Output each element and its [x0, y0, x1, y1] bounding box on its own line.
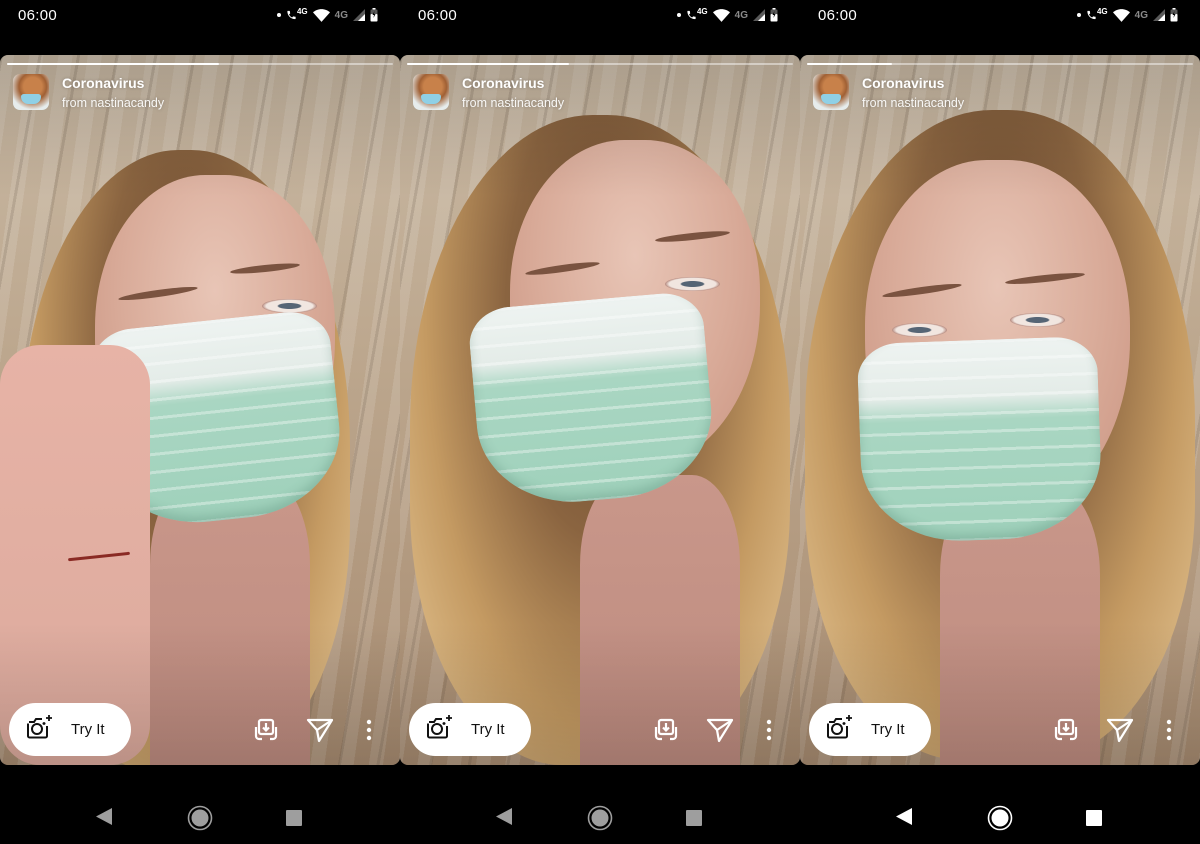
volte-label: 4G	[696, 7, 708, 16]
status-time: 06:00	[418, 7, 458, 24]
try-it-label: Try It	[471, 721, 505, 738]
avatar-mask	[821, 94, 841, 104]
notification-dot-icon	[1076, 13, 1081, 17]
try-it-button[interactable]: Try It	[9, 703, 131, 756]
more-vertical-icon[interactable]	[365, 719, 373, 746]
status-bar: 06:00 4G 4G	[800, 0, 1200, 32]
phone-screen-2: 06:00 4G 4G Coronavirus from nastinacand…	[400, 0, 800, 844]
notification-dot-icon	[676, 13, 681, 17]
effect-title[interactable]: Coronavirus	[862, 75, 944, 91]
photo-shade	[400, 55, 800, 765]
cell-signal-icon	[753, 9, 765, 21]
send-icon[interactable]	[706, 717, 734, 748]
effect-title[interactable]: Coronavirus	[462, 75, 544, 91]
story-viewer[interactable]: Coronavirus from nastinacandy Try It	[400, 55, 800, 765]
volte-call-icon: 4G	[1086, 7, 1108, 21]
story-photo	[400, 55, 800, 765]
status-time: 06:00	[18, 7, 58, 24]
try-it-label: Try It	[71, 721, 105, 738]
phone-screen-1: 06:00 4G 4G Coronavirus from nastinacand…	[0, 0, 400, 844]
phone-screen-3: 06:00 4G 4G Coronavirus from nastinacand…	[800, 0, 1200, 844]
status-icons: 4G 4G	[676, 7, 778, 23]
save-effect-icon[interactable]	[652, 717, 680, 748]
effect-avatar[interactable]	[413, 74, 449, 110]
effect-creator[interactable]: from nastinacandy	[62, 96, 164, 110]
status-bar: 06:00 4G 4G	[0, 0, 400, 32]
battery-charging-icon	[370, 8, 378, 22]
recent-apps-square-icon[interactable]	[1086, 810, 1102, 831]
status-icons: 4G 4G	[276, 7, 378, 23]
save-effect-icon[interactable]	[1052, 717, 1080, 748]
story-progress-track	[7, 63, 393, 65]
send-icon[interactable]	[306, 717, 334, 748]
status-icons: 4G 4G	[1076, 7, 1178, 23]
story-progress-fill	[407, 63, 570, 65]
notification-dot-icon	[276, 13, 281, 17]
wifi-icon	[312, 8, 330, 22]
camera-sparkle-icon	[809, 713, 855, 746]
more-vertical-icon[interactable]	[765, 719, 773, 746]
cell-signal-icon	[353, 9, 365, 21]
lte-label: 4G	[334, 9, 348, 21]
camera-sparkle-icon	[409, 713, 455, 746]
story-progress-track	[407, 63, 793, 65]
recent-apps-square-icon[interactable]	[686, 810, 702, 831]
avatar-mask	[21, 94, 41, 104]
story-viewer[interactable]: Coronavirus from nastinacandy Try It	[800, 55, 1200, 765]
home-circle-icon[interactable]	[987, 805, 1013, 836]
effect-creator[interactable]: from nastinacandy	[462, 96, 564, 110]
story-progress-track	[807, 63, 1193, 65]
try-it-button[interactable]: Try It	[809, 703, 931, 756]
effect-avatar[interactable]	[813, 74, 849, 110]
battery-charging-icon	[1170, 8, 1178, 22]
android-navigation-bar	[800, 765, 1200, 844]
home-circle-icon[interactable]	[187, 805, 213, 836]
story-photo	[800, 55, 1200, 765]
lte-label: 4G	[734, 9, 748, 21]
back-triangle-icon[interactable]	[496, 808, 513, 830]
save-effect-icon[interactable]	[252, 717, 280, 748]
avatar-mask	[421, 94, 441, 104]
story-progress-fill	[7, 63, 220, 65]
more-vertical-icon[interactable]	[1165, 719, 1173, 746]
volte-call-icon: 4G	[686, 7, 708, 21]
home-circle-icon[interactable]	[587, 805, 613, 836]
wifi-icon	[712, 8, 730, 22]
try-it-button[interactable]: Try It	[409, 703, 531, 756]
cell-signal-icon	[1153, 9, 1165, 21]
camera-sparkle-icon	[9, 713, 55, 746]
volte-label: 4G	[296, 7, 308, 16]
wifi-icon	[1112, 8, 1130, 22]
story-viewer[interactable]: Coronavirus from nastinacandy Try It	[0, 55, 400, 765]
battery-charging-icon	[770, 8, 778, 22]
status-bar: 06:00 4G 4G	[400, 0, 800, 32]
back-triangle-icon[interactable]	[96, 808, 113, 830]
effect-avatar[interactable]	[13, 74, 49, 110]
lte-label: 4G	[1134, 9, 1148, 21]
android-navigation-bar	[400, 765, 800, 844]
volte-call-icon: 4G	[286, 7, 308, 21]
photo-shade	[0, 55, 400, 765]
story-photo	[0, 55, 400, 765]
photo-shade	[800, 55, 1200, 765]
effect-title[interactable]: Coronavirus	[62, 75, 144, 91]
back-triangle-icon[interactable]	[896, 808, 913, 830]
send-icon[interactable]	[1106, 717, 1134, 748]
effect-creator[interactable]: from nastinacandy	[862, 96, 964, 110]
status-time: 06:00	[818, 7, 858, 24]
android-navigation-bar	[0, 765, 400, 844]
story-progress-fill	[807, 63, 892, 65]
volte-label: 4G	[1096, 7, 1108, 16]
recent-apps-square-icon[interactable]	[286, 810, 302, 831]
try-it-label: Try It	[871, 721, 905, 738]
